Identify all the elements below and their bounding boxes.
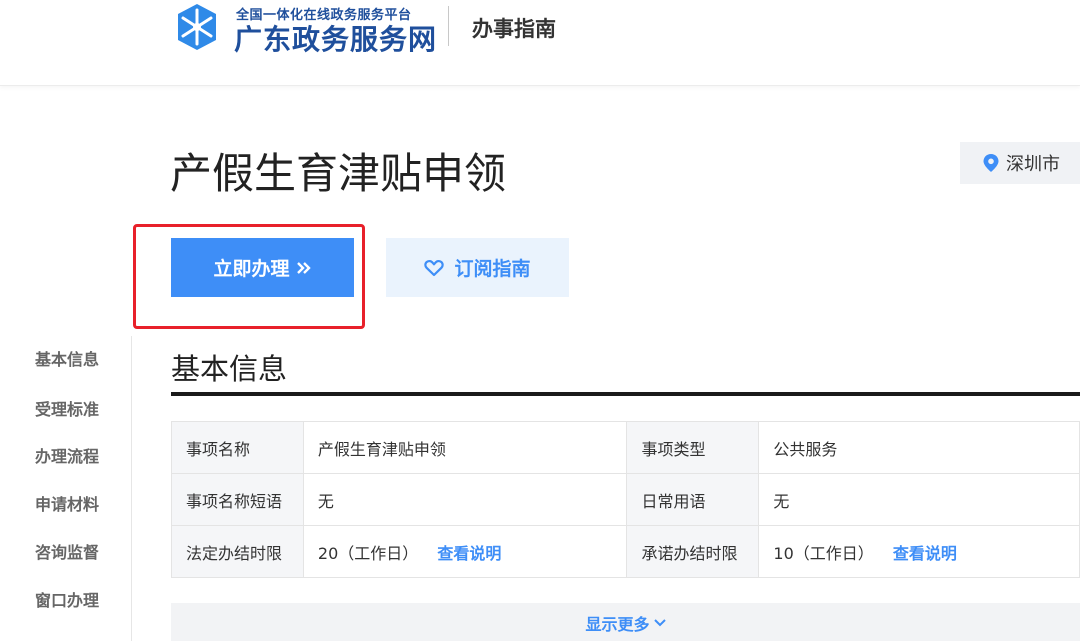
- page-title: 产假生育津贴申领: [170, 149, 507, 198]
- logo-icon[interactable]: [170, 2, 224, 52]
- table-key: 事项名称: [171, 421, 304, 474]
- table-value: 20（工作日）: [317, 543, 419, 563]
- table-value: 无: [302, 473, 628, 526]
- table-key: 法定办结时限: [171, 525, 304, 578]
- apply-now-button[interactable]: 立即办理: [171, 238, 354, 297]
- double-chevron-right-icon: [296, 261, 311, 274]
- table-key: 事项名称短语: [171, 473, 304, 526]
- table-value: 10（工作日）: [773, 543, 874, 563]
- table-key: 承诺办结时限: [626, 525, 760, 578]
- basic-info-table: 事项名称 产假生育津贴申领 事项类型 公共服务 事项名称短语 无 日常用语 无 …: [171, 421, 1080, 578]
- sidebar-item-materials[interactable]: 申请材料: [35, 491, 99, 515]
- view-explanation-link[interactable]: 查看说明: [437, 544, 501, 563]
- heart-icon: [424, 259, 445, 276]
- location-selector[interactable]: 深圳市: [960, 142, 1080, 184]
- sidebar-item-basic-info[interactable]: 基本信息: [35, 346, 99, 370]
- header-divider: [448, 6, 449, 46]
- sidebar-nav: 基本信息 受理标准 办理流程 申请材料 咨询监督 窗口办理: [0, 336, 132, 641]
- location-pin-icon: [983, 154, 999, 172]
- apply-now-label: 立即办理: [213, 259, 290, 280]
- subscribe-guide-button[interactable]: 订阅指南: [386, 238, 569, 297]
- show-more-label: 显示更多: [585, 615, 650, 634]
- table-value: 无: [758, 473, 1080, 526]
- sidebar-item-window-service[interactable]: 窗口办理: [35, 587, 99, 611]
- table-key: 日常用语: [626, 473, 760, 526]
- table-value-cell: 20（工作日） 查看说明: [302, 525, 628, 578]
- chevron-down-icon: [653, 619, 666, 627]
- location-label: 深圳市: [1006, 154, 1060, 175]
- site-header: 全国一体化在线政务服务平台 广东政务服务网 办事指南: [0, 0, 1080, 86]
- sidebar-item-consult-supervise[interactable]: 咨询监督: [35, 539, 99, 563]
- header-section-title: 办事指南: [472, 17, 556, 41]
- subscribe-guide-label: 订阅指南: [454, 258, 531, 280]
- sidebar-item-process[interactable]: 办理流程: [35, 443, 99, 467]
- section-divider: [171, 392, 1080, 396]
- table-row: 法定办结时限 20（工作日） 查看说明 承诺办结时限 10（工作日） 查看说明: [171, 525, 1080, 578]
- logo-title[interactable]: 广东政务服务网: [234, 18, 437, 58]
- table-row: 事项名称 产假生育津贴申领 事项类型 公共服务: [171, 421, 1080, 474]
- table-value: 产假生育津贴申领: [302, 421, 628, 474]
- section-title-basic-info: 基本信息: [171, 352, 288, 386]
- table-value-cell: 10（工作日） 查看说明: [758, 525, 1080, 578]
- show-more-button[interactable]: 显示更多: [171, 603, 1080, 641]
- sidebar-item-acceptance-criteria[interactable]: 受理标准: [35, 396, 99, 420]
- table-value: 公共服务: [758, 421, 1080, 474]
- table-row: 事项名称短语 无 日常用语 无: [171, 473, 1080, 526]
- view-explanation-link[interactable]: 查看说明: [893, 544, 957, 563]
- table-key: 事项类型: [626, 421, 760, 474]
